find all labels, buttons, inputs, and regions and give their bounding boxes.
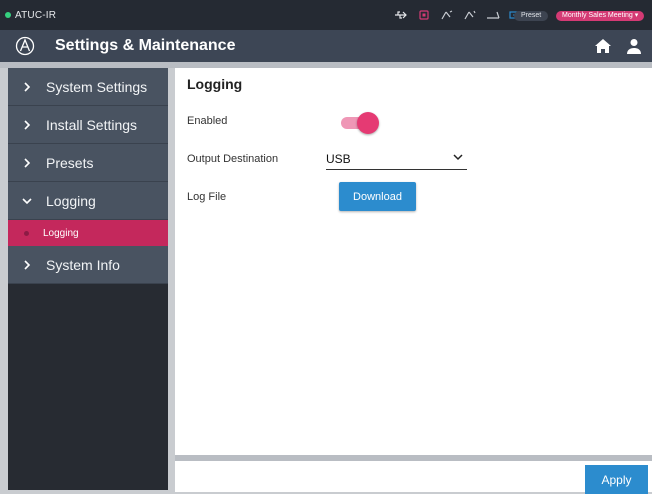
chevron-right-icon (24, 81, 31, 92)
user-icon[interactable] (626, 38, 642, 54)
main-panel: Logging Enabled Output Destination USB L… (175, 68, 652, 455)
sidebar-item-label: Install Settings (46, 116, 138, 133)
bullet-icon (24, 230, 29, 236)
sidebar-item-system-info[interactable]: System Info (8, 246, 168, 284)
output-destination-label: Output Destination (187, 153, 279, 165)
sidebar-item-label: Presets (46, 154, 94, 171)
meeting-label: Monthly Sales Meeting (562, 12, 633, 19)
sidebar-subitem-logging[interactable]: Logging (8, 220, 168, 246)
sidebar-item-label: System Settings (46, 78, 148, 95)
chevron-down-icon (453, 154, 463, 161)
mic-mute-icon (441, 10, 453, 20)
sidebar-subitem-label: Logging (43, 227, 79, 239)
meeting-badge[interactable]: Monthly Sales Meeting ▾ (556, 11, 645, 21)
toggle-knob (357, 112, 379, 134)
camera-icon (487, 11, 500, 19)
status-bar: ATUC-IR Preset Monthly Sales Meeting ▾ (0, 0, 652, 30)
output-destination-select[interactable]: USB (326, 150, 467, 170)
chevron-right-icon (24, 157, 31, 168)
status-icons (394, 10, 523, 20)
log-file-label: Log File (187, 191, 227, 203)
connection-status-icon (5, 12, 11, 18)
home-icon[interactable] (594, 38, 612, 54)
section-title: Logging (187, 76, 243, 92)
download-button[interactable]: Download (339, 182, 416, 211)
mic-icon (464, 10, 476, 20)
sidebar-item-label: Logging (46, 192, 96, 209)
chevron-right-icon (24, 119, 31, 130)
footer: Apply (175, 461, 652, 494)
usb-icon (395, 11, 407, 19)
device-name: ATUC-IR (15, 9, 57, 21)
output-destination-value: USB (326, 152, 351, 166)
sidebar-item-install-settings[interactable]: Install Settings (8, 106, 168, 144)
preset-badge[interactable]: Preset (514, 11, 549, 21)
chevron-right-icon (24, 259, 31, 270)
sidebar-item-label: System Info (46, 256, 120, 273)
apply-button[interactable]: Apply (585, 465, 648, 494)
sidebar-item-system-settings[interactable]: System Settings (8, 68, 168, 106)
chevron-down-icon (22, 197, 32, 204)
sidebar-item-logging[interactable]: Logging (8, 182, 168, 220)
enabled-label: Enabled (187, 115, 228, 127)
record-indicator-icon (419, 10, 429, 20)
enabled-toggle[interactable] (341, 112, 379, 134)
sidebar: System Settings Install Settings Presets… (8, 68, 168, 490)
page-title: Settings & Maintenance (55, 37, 236, 54)
header: Settings & Maintenance (0, 30, 652, 62)
logo-icon (15, 36, 35, 56)
sidebar-item-presets[interactable]: Presets (8, 144, 168, 182)
